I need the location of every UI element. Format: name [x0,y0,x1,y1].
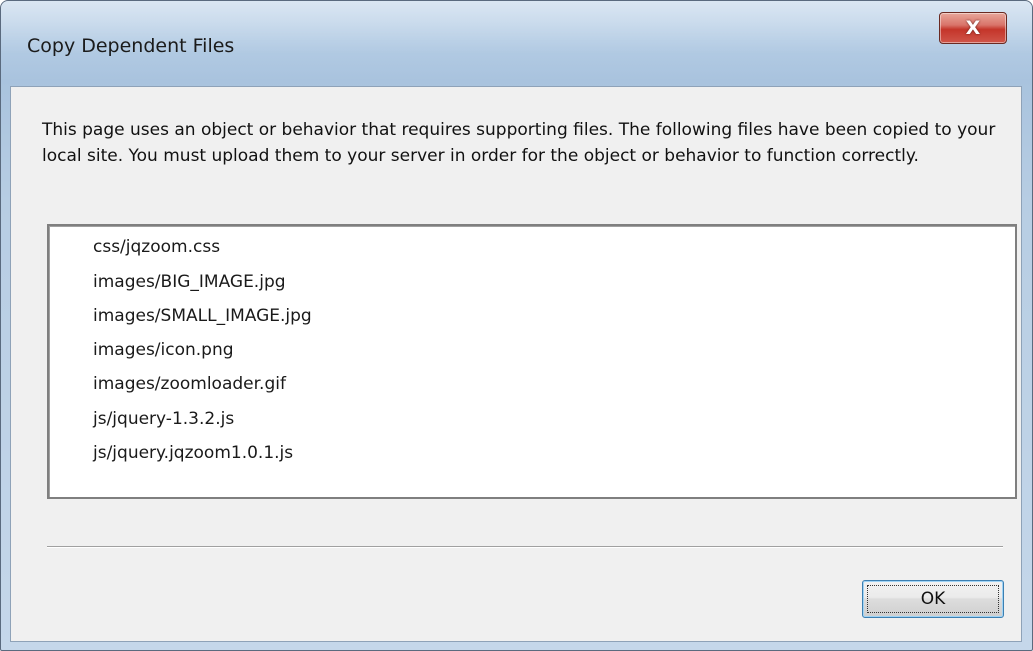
dialog-message: This page uses an object or behavior tha… [42,120,996,166]
file-list[interactable]: css/jqzoom.css images/BIG_IMAGE.jpg imag… [47,224,1017,499]
window-title: Copy Dependent Files [27,35,235,57]
close-icon: X [965,17,981,39]
separator [47,546,1003,548]
list-item[interactable]: css/jqzoom.css [93,237,220,257]
dialog-body: This page uses an object or behavior tha… [10,86,1022,642]
dialog-window: Copy Dependent Files X This page uses an… [0,0,1033,651]
list-item[interactable]: images/BIG_IMAGE.jpg [93,272,286,292]
ok-button[interactable]: OK [862,580,1004,618]
ok-button-label: OK [920,589,946,609]
list-item[interactable]: js/jquery.jqzoom1.0.1.js [93,443,293,463]
close-button[interactable]: X [939,12,1007,44]
list-item[interactable]: images/icon.png [93,340,234,360]
list-item[interactable]: images/SMALL_IMAGE.jpg [93,306,312,326]
list-item[interactable]: images/zoomloader.gif [93,374,286,394]
list-item[interactable]: js/jquery-1.3.2.js [93,409,234,429]
